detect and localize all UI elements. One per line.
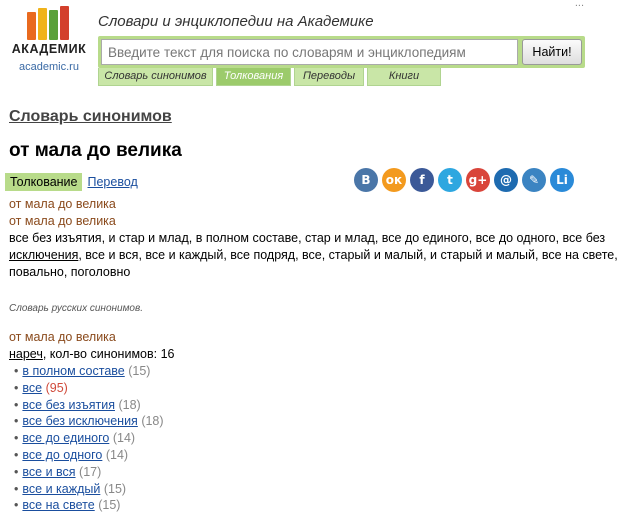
logo-name: АКАДЕМИК (11, 42, 87, 56)
tab-books[interactable]: Книги (367, 68, 441, 86)
synonym-count-badge: (15) (128, 364, 151, 378)
synonym-count-badge: (18) (118, 397, 141, 412)
synonym-link[interactable]: все и вся (22, 465, 75, 479)
tab-translation-link[interactable]: Перевод (87, 175, 137, 189)
entry-definition: все без изъятия, и стар и млад, в полном… (9, 230, 629, 281)
entry-term: от мала до велика (9, 197, 116, 211)
synonym-link[interactable]: все без исключения (22, 414, 137, 428)
synonym-count-badge: (17) (79, 464, 102, 479)
synonym-link[interactable]: все до одного (22, 448, 102, 462)
list-item: все без изъятия (18) (14, 397, 629, 414)
list-item: все без исключения (18) (14, 413, 629, 430)
definition-text: все без изъятия, и стар и млад, в полном… (9, 231, 606, 245)
tab-definitions[interactable]: Толкования (216, 68, 291, 86)
synonym-link[interactable]: в полном составе (22, 364, 124, 378)
liveinternet-icon[interactable]: Li (550, 168, 574, 192)
synonym-link[interactable]: все без изъятия (22, 398, 115, 412)
list-item: в полном составе (15) (14, 363, 629, 380)
books-logo-icon (27, 6, 71, 40)
facebook-icon[interactable]: f (410, 168, 434, 192)
mail-ru-icon[interactable]: @ (494, 168, 518, 192)
search-button[interactable]: Найти! (522, 39, 582, 65)
entry2-term: от мала до велика (9, 330, 116, 344)
livejournal-icon[interactable]: ✎ (522, 168, 546, 192)
synonym-link[interactable]: все (22, 381, 42, 395)
tab-definition[interactable]: Толкование (5, 173, 83, 191)
synonym-count-badge: (95) (45, 380, 68, 395)
vk-icon[interactable]: В (354, 168, 378, 192)
synonym-count-badge: (15) (98, 498, 121, 513)
synonym-count-badge: (14) (112, 431, 136, 446)
list-item: все на свете (15) (14, 497, 629, 514)
synonym-link[interactable]: все на свете (22, 498, 94, 512)
tab-synonyms[interactable]: Словарь синонимов (98, 68, 213, 86)
share-buttons: Вок f t g+ @ ✎ Li (354, 168, 574, 192)
list-item: все и каждый (15) (14, 481, 629, 498)
entry-term-sub: от мала до велика (9, 214, 116, 228)
part-of-speech-link[interactable]: нареч (9, 347, 43, 361)
definition-text-rest: , все и вся, все и каждый, все подряд, в… (9, 248, 618, 279)
list-item: все до одного (14) (14, 447, 629, 464)
tab-translations[interactable]: Переводы (294, 68, 364, 86)
top-links[interactable]: ... (575, 0, 584, 9)
synonym-link[interactable]: все до единого (22, 431, 109, 445)
source-attribution: Словарь русских синонимов. (9, 303, 143, 314)
synonym-list: в полном составе (15)все (95)все без изъ… (14, 363, 629, 514)
list-item: все и вся (17) (14, 464, 629, 481)
exclusion-link[interactable]: исключения (9, 248, 78, 262)
search-input[interactable] (101, 39, 518, 65)
article-body: от мала до велика от мала до велика все … (9, 196, 629, 514)
list-item: все до единого (14) (14, 430, 629, 447)
view-tabs: Толкование Перевод (5, 173, 138, 191)
synonym-link[interactable]: все и каждый (22, 482, 100, 496)
logo-url-link[interactable]: academic.ru (8, 61, 90, 73)
synonym-count-badge: (18) (141, 414, 164, 429)
search-scope-tabs: Словарь синонимов Толкования Переводы Кн… (98, 68, 441, 86)
twitter-icon[interactable]: t (438, 168, 462, 192)
odnoklassniki-icon[interactable]: ок (382, 168, 406, 192)
dictionary-title-link[interactable]: Словарь синонимов (9, 108, 172, 126)
search-bar: Найти! (98, 36, 585, 68)
synonym-count: , кол-во синонимов: 16 (42, 347, 175, 361)
site-title: Словари и энциклопедии на Академике (98, 13, 374, 30)
synonym-count-badge: (14) (105, 447, 129, 462)
page-title: от мала до велика (9, 140, 182, 161)
synonym-count-badge: (15) (103, 481, 127, 496)
site-logo[interactable]: АКАДЕМИК academic.ru (8, 6, 90, 73)
part-of-speech-line: нареч, кол-во синонимов: 16 (9, 346, 629, 363)
list-item: все (95) (14, 380, 629, 397)
google-plus-icon[interactable]: g+ (466, 168, 490, 192)
